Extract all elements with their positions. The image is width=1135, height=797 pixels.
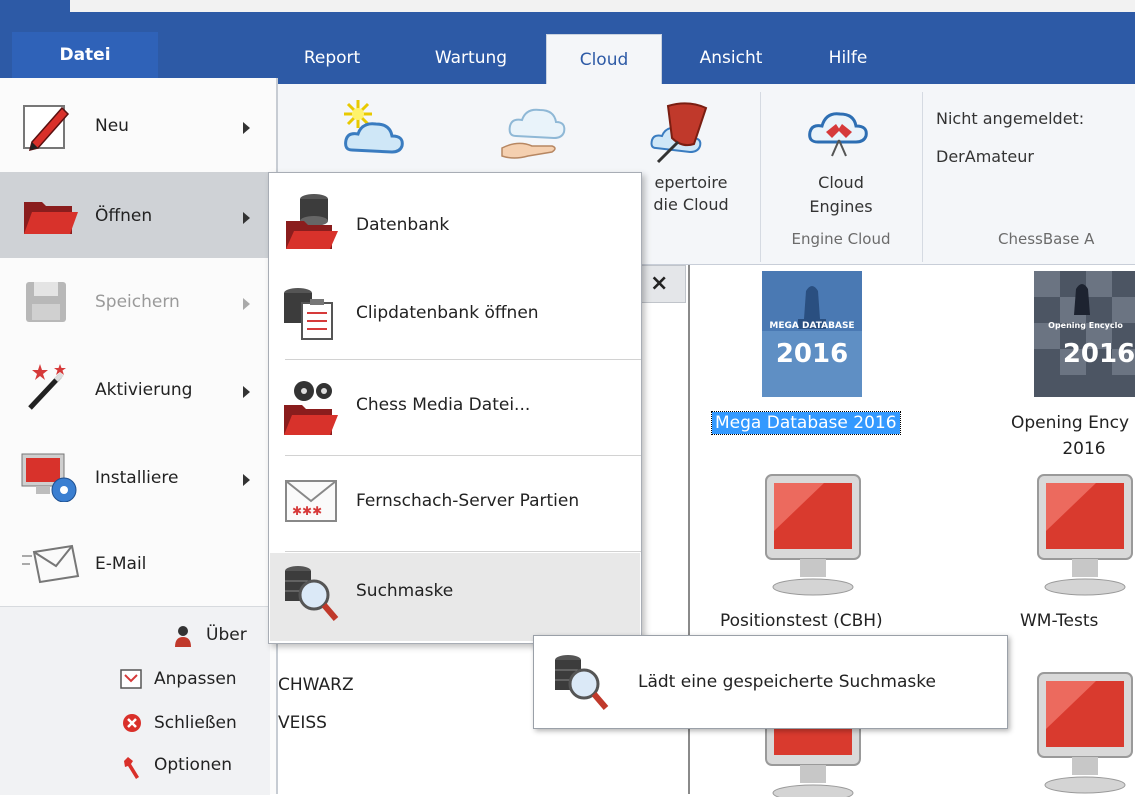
positionstest-monitor-icon[interactable] <box>764 471 862 603</box>
opening-cover-title: Opening Encyclo <box>1048 321 1123 330</box>
file-menu-footer: Über Anpassen Schließen Optionen <box>0 606 270 795</box>
new-document-icon <box>22 102 72 152</box>
mega-database-label[interactable]: Mega Database 2016 <box>711 411 901 435</box>
menu-item-speichern[interactable]: Speichern <box>0 260 268 346</box>
submenu-label-datenbank: Datenbank <box>356 215 450 235</box>
submenu-item-chess-media[interactable]: Chess Media Datei... <box>270 363 640 455</box>
opening-encyclopedia-label-line2[interactable]: 2016 <box>1044 437 1124 461</box>
tab-hilfe[interactable]: Hilfe <box>804 32 892 84</box>
wm-tests-label[interactable]: WM-Tests <box>1020 609 1098 633</box>
menu-item-optionen[interactable]: Optionen <box>154 755 232 775</box>
folder-open-icon <box>22 194 78 238</box>
opening-cover-year: 2016 <box>1062 339 1135 369</box>
new-cloud-database-icon[interactable] <box>338 98 410 160</box>
search-mask-icon <box>552 652 610 712</box>
submenu-divider <box>285 551 641 552</box>
submenu-arrow-icon <box>243 298 250 310</box>
database-folder-icon <box>284 191 338 251</box>
mega-cover-year: 2016 <box>775 339 849 369</box>
group-engine-cloud: Engine Cloud <box>791 230 891 248</box>
submenu-arrow-icon <box>243 474 250 486</box>
submenu-label-suchmaske: Suchmaske <box>356 581 454 601</box>
menu-label-aktivierung: Aktivierung <box>95 380 193 400</box>
clip-database-icon <box>280 285 338 341</box>
cloud-engines-label-line1: Cloud <box>818 173 864 192</box>
wm-tests-monitor-icon[interactable] <box>1036 471 1135 603</box>
user-name[interactable]: DerAmateur <box>936 146 1034 168</box>
tab-report[interactable]: Report <box>282 32 382 84</box>
about-person-icon <box>174 625 192 647</box>
weiss-label: VEISS <box>278 713 327 733</box>
ribbon-separator <box>922 92 923 262</box>
submenu-item-clipdatenbank[interactable]: Clipdatenbank öffnen <box>270 269 640 361</box>
menu-item-ueber[interactable]: Über <box>206 625 247 645</box>
correspondence-envelope-icon: ✱✱✱ <box>284 477 338 525</box>
install-computer-icon <box>20 452 80 503</box>
menu-label-neu: Neu <box>95 116 129 136</box>
submenu-divider <box>285 455 641 456</box>
group-chessbase-account: ChessBase A <box>998 230 1095 248</box>
tab-cloud[interactable]: Cloud <box>546 34 662 85</box>
oeffnen-submenu: Datenbank Clipdatenbank öffnen Chess Med… <box>268 172 642 644</box>
save-disk-icon <box>24 280 68 324</box>
submenu-item-fernschach[interactable]: ✱✱✱ Fernschach-Server Partien <box>270 459 640 551</box>
opening-encyclopedia-label-line1[interactable]: Opening Ency <box>980 411 1135 435</box>
ribbon-tab-bar: Report Wartung Cloud Ansicht Hilfe <box>0 0 1135 85</box>
repertoire-label-line2: die Cloud <box>653 195 729 214</box>
media-film-folder-icon <box>282 377 338 437</box>
ribbon-separator <box>760 92 761 262</box>
menu-label-oeffnen: Öffnen <box>95 206 153 226</box>
menu-item-schliessen[interactable]: Schließen <box>154 713 237 733</box>
repertoire-cloud-icon[interactable] <box>648 98 720 168</box>
app-button-strip <box>0 0 70 12</box>
menu-label-speichern: Speichern <box>95 292 180 312</box>
svg-text:✱✱✱: ✱✱✱ <box>292 504 322 518</box>
submenu-arrow-icon <box>243 212 250 224</box>
cloud-engines-label-line2: Engines <box>809 197 873 216</box>
tab-datei[interactable]: Datei <box>12 32 158 78</box>
email-envelope-icon <box>22 542 80 586</box>
positionstest-label[interactable]: Positionstest (CBH) <box>720 609 883 633</box>
submenu-label-chess-media: Chess Media Datei... <box>356 395 531 415</box>
tab-ansicht[interactable]: Ansicht <box>676 32 786 84</box>
options-wrench-icon <box>124 755 142 779</box>
submenu-divider <box>285 359 641 360</box>
menu-item-email[interactable]: E-Mail <box>0 524 268 610</box>
menu-label-installiere: Installiere <box>95 468 179 488</box>
mega-database-cover-icon[interactable]: MEGA DATABASE 2016 <box>762 271 862 397</box>
customize-window-icon <box>120 669 142 689</box>
database-monitor-icon[interactable] <box>1036 669 1135 797</box>
submenu-item-suchmaske[interactable]: Suchmaske <box>270 553 640 641</box>
menu-item-neu[interactable]: Neu <box>0 84 268 170</box>
submenu-label-fernschach: Fernschach-Server Partien <box>356 491 580 511</box>
schwarz-label: CHWARZ <box>278 675 354 695</box>
opening-encyclopedia-cover-icon[interactable]: Opening Encyclo 2016 <box>1034 271 1135 397</box>
submenu-label-clipdatenbank: Clipdatenbank öffnen <box>356 303 539 323</box>
search-mask-icon <box>282 563 340 623</box>
magic-wand-icon <box>26 362 72 412</box>
repertoire-label-line1: epertoire <box>654 173 728 192</box>
menu-item-installiere[interactable]: Installiere <box>0 436 268 522</box>
title-strip <box>0 0 1135 12</box>
submenu-arrow-icon <box>243 122 250 134</box>
close-panel-button[interactable]: × <box>650 271 668 296</box>
mega-cover-title: MEGA DATABASE <box>769 321 855 331</box>
menu-item-anpassen[interactable]: Anpassen <box>154 669 237 689</box>
share-cloud-icon[interactable] <box>498 100 570 162</box>
tooltip: Lädt eine gespeicherte Suchmaske <box>533 635 1008 729</box>
cloud-engines-icon[interactable] <box>806 102 872 164</box>
tooltip-text: Lädt eine gespeicherte Suchmaske <box>638 672 936 692</box>
login-status: Nicht angemeldet: <box>936 109 1085 128</box>
tab-wartung[interactable]: Wartung <box>408 32 534 84</box>
submenu-arrow-icon <box>243 386 250 398</box>
close-circle-icon <box>122 713 142 733</box>
menu-item-aktivierung[interactable]: Aktivierung <box>0 348 268 434</box>
menu-item-oeffnen[interactable]: Öffnen <box>0 172 268 258</box>
submenu-item-datenbank[interactable]: Datenbank <box>270 177 640 269</box>
mega-database-name[interactable]: Mega Database 2016 <box>711 411 901 435</box>
menu-label-email: E-Mail <box>95 554 147 574</box>
